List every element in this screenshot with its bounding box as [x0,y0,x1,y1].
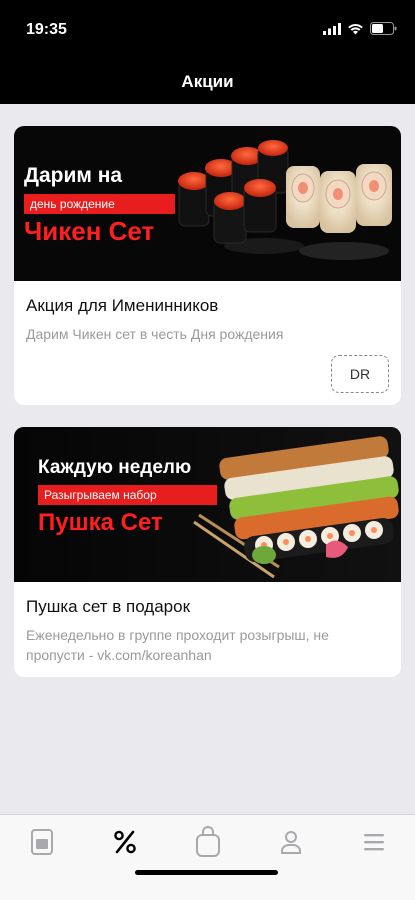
promo-banner-pushka: Каждую неделю Разыгрываем набор Пушка Се… [14,427,401,582]
navigation-bar: Акции [0,60,415,104]
hamburger-icon [364,834,384,851]
battery-icon [370,22,397,35]
signal-icon [323,22,341,35]
tab-more[interactable] [349,825,399,859]
promo-list: Дарим на день рождение Чикен Сет Акция д… [0,104,415,814]
bag-icon [196,826,220,857]
home-indicator[interactable] [135,870,278,875]
promo-card-pushka[interactable]: Каждую неделю Разыгрываем набор Пушка Се… [14,427,401,677]
tab-promotions[interactable] [100,825,150,859]
status-icons [323,22,397,35]
status-time: 19:35 [26,21,67,38]
tab-profile[interactable] [266,825,316,859]
profile-icon [281,831,301,854]
promo-description: Еженедельно в группе проходит розыгрыш, … [26,627,329,663]
promo-card-birthday[interactable]: Дарим на день рождение Чикен Сет Акция д… [14,126,401,405]
wifi-icon [348,23,363,34]
percent-icon [114,830,136,854]
tab-menu[interactable] [17,825,67,859]
promo-description: Дарим Чикен сет в честь Дня рождения [26,326,284,342]
promo-code-badge[interactable]: DR [331,355,389,393]
tab-bar [0,814,415,900]
banner-tagline: день рождение [24,194,175,214]
status-bar: 19:35 [0,0,415,60]
banner-headline: Дарим на [24,164,123,187]
promo-title: Акция для Именинников [26,296,219,315]
page-title: Акции [181,72,234,91]
tab-cart[interactable] [183,825,233,859]
promo-title: Пушка сет в подарок [26,597,191,616]
banner-set-name: Пушка Сет [38,509,163,536]
banner-set-name: Чикен Сет [24,216,155,246]
promo-banner-birthday: Дарим на день рождение Чикен Сет [14,126,401,281]
banner-tagline: Разыгрываем набор [38,485,217,505]
menu-card-icon [31,829,53,855]
banner-headline: Каждую неделю [38,457,192,478]
